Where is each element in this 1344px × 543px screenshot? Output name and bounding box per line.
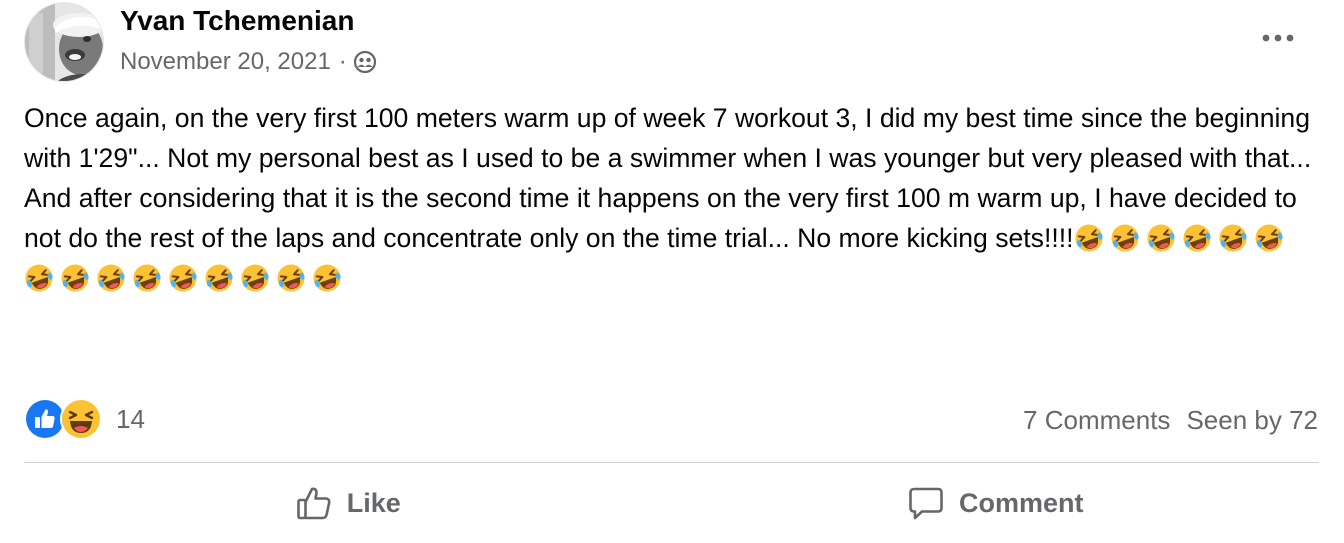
- laughing-emoji-icon: [1146, 223, 1176, 253]
- laughing-emoji-icon: [1182, 223, 1212, 253]
- post-text: Once again, on the very first 100 meters…: [24, 98, 1324, 298]
- facebook-post: Yvan Tchemenian November 20, 2021 · Once…: [0, 0, 1344, 543]
- laughing-emoji-icon: [1110, 223, 1140, 253]
- post-stats: 7 Comments Seen by 72: [1023, 400, 1318, 440]
- divider: [24, 462, 1319, 463]
- group-icon: [353, 50, 377, 74]
- like-button[interactable]: Like: [24, 470, 672, 536]
- laughing-emoji-icon: [240, 263, 270, 293]
- more-options-icon: [1262, 34, 1294, 42]
- thumbs-up-icon: [295, 484, 333, 522]
- laughing-emoji-icon: [24, 263, 54, 293]
- author-avatar[interactable]: [24, 2, 104, 82]
- laughing-emoji-icon: [132, 263, 162, 293]
- laughing-emoji-icon: [1218, 223, 1248, 253]
- haha-reaction-icon: [60, 398, 102, 440]
- post-actions: Like Comment: [24, 470, 1319, 536]
- reaction-count: 14: [116, 403, 145, 434]
- laughing-emoji-icon: [276, 263, 306, 293]
- comment-label: Comment: [958, 487, 1084, 518]
- laughing-emoji-icon: [204, 263, 234, 293]
- author-name[interactable]: Yvan Tchemenian: [120, 3, 354, 39]
- comments-count-link[interactable]: 7 Comments: [1023, 405, 1170, 436]
- laughing-emoji-icon: [312, 263, 342, 293]
- reactions-summary[interactable]: 14: [24, 398, 145, 440]
- seen-by-count[interactable]: Seen by 72: [1186, 405, 1318, 436]
- meta-separator: ·: [338, 48, 347, 75]
- comment-button[interactable]: Comment: [672, 470, 1320, 536]
- more-options-button[interactable]: [1252, 18, 1304, 58]
- comment-icon: [907, 484, 945, 522]
- laughing-emoji-icon: [1254, 223, 1284, 253]
- like-label: Like: [346, 487, 401, 518]
- laughing-emoji-icon: [1074, 223, 1104, 253]
- post-meta: November 20, 2021 ·: [120, 46, 377, 78]
- laughing-emoji-icon: [60, 263, 90, 293]
- avatar-photo: [25, 3, 103, 81]
- laughing-emoji-icon: [168, 263, 198, 293]
- laughing-emoji-icon: [96, 263, 126, 293]
- post-date[interactable]: November 20, 2021: [120, 48, 331, 76]
